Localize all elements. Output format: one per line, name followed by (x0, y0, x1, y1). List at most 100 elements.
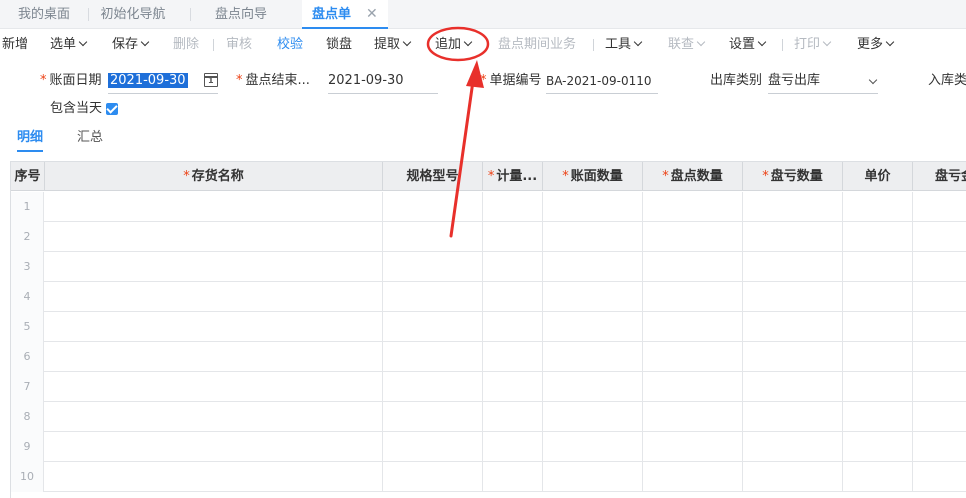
grid-cell[interactable] (483, 282, 543, 312)
grid-cell[interactable] (543, 372, 643, 402)
grid-cell[interactable] (383, 282, 483, 312)
grid-cell[interactable] (543, 342, 643, 372)
grid-cell[interactable] (743, 462, 843, 492)
grid-cell[interactable] (45, 402, 383, 432)
table-row[interactable]: 10 (11, 462, 966, 492)
period-business-button[interactable]: 盘点期间业务 (498, 29, 576, 60)
grid-cell[interactable] (543, 402, 643, 432)
table-row[interactable]: 1 (11, 192, 966, 222)
new-button[interactable]: 新增 (2, 29, 28, 60)
grid-cell[interactable] (45, 252, 383, 282)
grid-cell[interactable] (743, 342, 843, 372)
print-button[interactable]: 打印 (794, 29, 832, 60)
tab-init-guide[interactable]: 初始化导航 (92, 0, 174, 29)
grid-cell[interactable] (45, 462, 383, 492)
grid-cell[interactable] (643, 252, 743, 282)
include-today-checkbox[interactable] (106, 103, 118, 115)
grid-cell[interactable] (543, 252, 643, 282)
grid-cell[interactable] (913, 222, 966, 252)
grid-cell[interactable] (383, 222, 483, 252)
calendar-icon[interactable] (204, 73, 218, 87)
grid-cell[interactable] (843, 222, 913, 252)
table-row[interactable]: 7 (11, 372, 966, 402)
grid-cell[interactable] (743, 252, 843, 282)
grid-cell[interactable] (45, 342, 383, 372)
grid-cell[interactable] (843, 312, 913, 342)
grid-cell[interactable] (643, 432, 743, 462)
grid-cell[interactable] (643, 462, 743, 492)
grid-cell[interactable] (913, 462, 966, 492)
grid-cell[interactable] (383, 342, 483, 372)
approve-button[interactable]: 审核 (226, 29, 252, 60)
subtab-detail[interactable]: 明细 (17, 128, 44, 152)
subtab-summary[interactable]: 汇总 (77, 128, 103, 152)
tab-stocktake-wizard[interactable]: 盘点向导 (206, 0, 276, 29)
grid-cell[interactable] (483, 432, 543, 462)
out-type-select[interactable]: 盘亏出库 (768, 72, 878, 94)
column-header-unit[interactable]: * 计量... (483, 162, 543, 191)
book-date-input[interactable]: 2021-09-30 (108, 72, 218, 94)
grid-cell[interactable] (543, 312, 643, 342)
grid-cell[interactable] (45, 432, 383, 462)
column-header-loss-qty[interactable]: * 盘亏数量 (743, 162, 843, 191)
grid-cell[interactable] (843, 402, 913, 432)
grid-cell[interactable] (843, 342, 913, 372)
query-button[interactable]: 联查 (668, 29, 706, 60)
column-header-spec[interactable]: 规格型号 (383, 162, 483, 191)
grid-cell[interactable] (45, 372, 383, 402)
grid-cell[interactable] (743, 372, 843, 402)
grid-cell[interactable] (913, 282, 966, 312)
column-header-seq[interactable]: 序号 (11, 162, 45, 191)
grid-cell[interactable] (483, 372, 543, 402)
grid-cell[interactable] (543, 192, 643, 222)
table-row[interactable]: 2 (11, 222, 966, 252)
table-row[interactable]: 6 (11, 342, 966, 372)
grid-cell[interactable] (383, 252, 483, 282)
grid-cell[interactable] (543, 432, 643, 462)
tab-my-desktop[interactable]: 我的桌面 (6, 0, 82, 29)
grid-cell[interactable] (643, 372, 743, 402)
grid-cell[interactable] (383, 462, 483, 492)
table-row[interactable]: 9 (11, 432, 966, 462)
grid-cell[interactable] (643, 312, 743, 342)
grid-cell[interactable] (643, 222, 743, 252)
grid-cell[interactable] (913, 252, 966, 282)
grid-cell[interactable] (743, 192, 843, 222)
grid-cell[interactable] (383, 372, 483, 402)
column-header-item-name[interactable]: * 存货名称 (45, 162, 383, 191)
grid-cell[interactable] (913, 192, 966, 222)
grid-cell[interactable] (45, 312, 383, 342)
grid-cell[interactable] (743, 282, 843, 312)
grid-cell[interactable] (743, 402, 843, 432)
grid-cell[interactable] (913, 342, 966, 372)
grid-cell[interactable] (383, 312, 483, 342)
grid-cell[interactable] (643, 402, 743, 432)
column-header-unit-price[interactable]: 单价 (843, 162, 913, 191)
grid-cell[interactable] (543, 282, 643, 312)
table-row[interactable]: 8 (11, 402, 966, 432)
settings-button[interactable]: 设置 (729, 29, 767, 60)
verify-button[interactable]: 校验 (277, 29, 303, 60)
grid-cell[interactable] (45, 282, 383, 312)
grid-cell[interactable] (843, 192, 913, 222)
grid-cell[interactable] (643, 282, 743, 312)
grid-cell[interactable] (913, 372, 966, 402)
grid-cell[interactable] (383, 192, 483, 222)
grid-cell[interactable] (45, 222, 383, 252)
extract-button[interactable]: 提取 (374, 29, 412, 60)
grid-cell[interactable] (843, 372, 913, 402)
table-row[interactable]: 5 (11, 312, 966, 342)
grid-cell[interactable] (45, 192, 383, 222)
lock-stocktake-button[interactable]: 锁盘 (326, 29, 352, 60)
doc-no-input[interactable]: BA-2021-09-0110 (546, 72, 658, 94)
grid-cell[interactable] (843, 282, 913, 312)
end-date-input[interactable]: 2021-09-30 (328, 72, 438, 94)
grid-cell[interactable] (383, 402, 483, 432)
table-row[interactable]: 3 (11, 252, 966, 282)
more-button[interactable]: 更多 (857, 29, 895, 60)
delete-button[interactable]: 删除 (173, 29, 199, 60)
grid-cell[interactable] (483, 312, 543, 342)
column-header-loss-amount[interactable]: 盘亏金 (913, 162, 966, 191)
grid-cell[interactable] (543, 462, 643, 492)
grid-cell[interactable] (483, 252, 543, 282)
